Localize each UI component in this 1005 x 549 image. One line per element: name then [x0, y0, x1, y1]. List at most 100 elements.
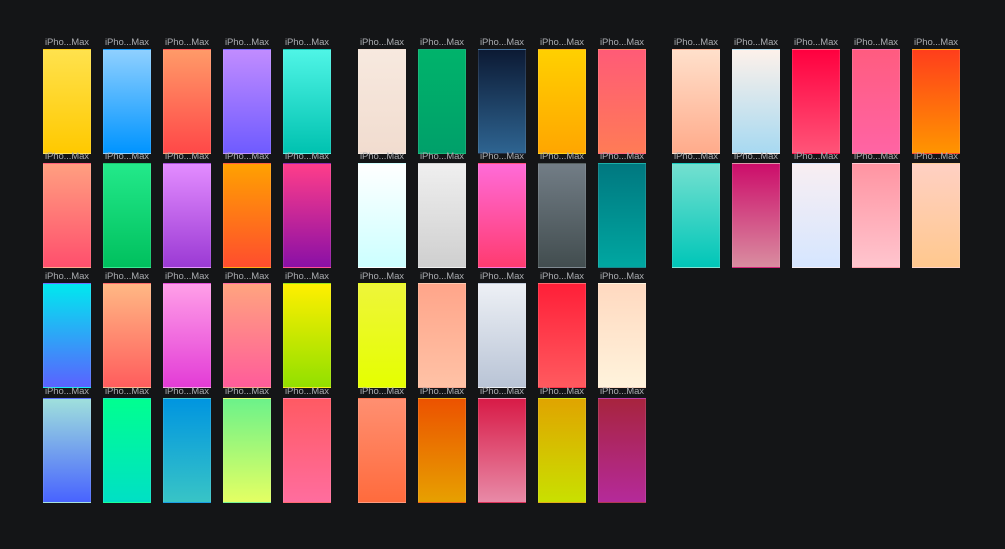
gradient-swatch — [598, 49, 646, 154]
artboard-label[interactable]: iPho...Max — [592, 386, 652, 397]
gradient-swatch — [538, 49, 586, 154]
artboard-label[interactable]: iPho...Max — [846, 37, 906, 48]
artboard-label[interactable]: iPho...Max — [37, 271, 97, 282]
artboard-label[interactable]: iPho...Max — [157, 271, 217, 282]
gradient-swatch — [103, 283, 151, 388]
artboard-label[interactable]: iPho...Max — [352, 37, 412, 48]
artboard-label[interactable]: iPho...Max — [532, 37, 592, 48]
artboard-label[interactable]: iPho...Max — [352, 151, 412, 162]
artboard-label[interactable]: iPho...Max — [592, 271, 652, 282]
gradient-swatch — [43, 163, 91, 268]
artboard-label[interactable]: iPho...Max — [412, 37, 472, 48]
artboard-label[interactable]: iPho...Max — [532, 151, 592, 162]
gradient-swatch — [912, 49, 960, 154]
gradient-swatch — [852, 163, 900, 268]
gradient-swatch — [418, 163, 466, 268]
artboard-label[interactable]: iPho...Max — [277, 151, 337, 162]
gradient-swatch — [418, 283, 466, 388]
gradient-swatch — [732, 49, 780, 154]
artboard-label[interactable]: iPho...Max — [37, 151, 97, 162]
gradient-swatch — [538, 163, 586, 268]
gradient-swatch — [163, 163, 211, 268]
artboard-label[interactable]: iPho...Max — [157, 151, 217, 162]
artboard-label[interactable]: iPho...Max — [532, 271, 592, 282]
gradient-swatch — [418, 398, 466, 503]
artboard-label[interactable]: iPho...Max — [666, 151, 726, 162]
gradient-swatch — [103, 163, 151, 268]
artboard-label[interactable]: iPho...Max — [532, 386, 592, 397]
gradient-swatch — [598, 398, 646, 503]
artboard-label[interactable]: iPho...Max — [726, 151, 786, 162]
artboard-label[interactable]: iPho...Max — [97, 386, 157, 397]
gradient-swatch — [358, 283, 406, 388]
gradient-swatch — [223, 49, 271, 154]
artboard-label[interactable]: iPho...Max — [277, 37, 337, 48]
gradient-swatch — [358, 49, 406, 154]
artboard-label[interactable]: iPho...Max — [217, 37, 277, 48]
artboard-label[interactable]: iPho...Max — [472, 271, 532, 282]
gradient-swatch — [418, 49, 466, 154]
artboard-label[interactable]: iPho...Max — [157, 386, 217, 397]
gradient-swatch — [43, 283, 91, 388]
artboard-label[interactable]: iPho...Max — [592, 37, 652, 48]
gradient-swatch — [478, 163, 526, 268]
gradient-swatch — [163, 49, 211, 154]
gradient-swatch — [478, 49, 526, 154]
artboard-label[interactable]: iPho...Max — [846, 151, 906, 162]
gradient-swatch — [283, 283, 331, 388]
gradient-swatch — [598, 163, 646, 268]
artboard-label[interactable]: iPho...Max — [906, 151, 966, 162]
artboard-label[interactable]: iPho...Max — [472, 151, 532, 162]
artboard-label[interactable]: iPho...Max — [217, 386, 277, 397]
gradient-swatch — [163, 283, 211, 388]
gradient-swatch — [672, 163, 720, 268]
gradient-swatch — [358, 163, 406, 268]
artboard-label[interactable]: iPho...Max — [666, 37, 726, 48]
artboard-label[interactable]: iPho...Max — [592, 151, 652, 162]
artboard-label[interactable]: iPho...Max — [37, 37, 97, 48]
artboard-label[interactable]: iPho...Max — [412, 271, 472, 282]
artboard-label[interactable]: iPho...Max — [97, 151, 157, 162]
artboard-label[interactable]: iPho...Max — [472, 37, 532, 48]
gradient-swatch — [358, 398, 406, 503]
artboard-label[interactable]: iPho...Max — [277, 386, 337, 397]
gradient-swatch — [538, 398, 586, 503]
gradient-swatch — [283, 398, 331, 503]
gradient-swatch — [478, 283, 526, 388]
gradient-swatch — [283, 163, 331, 268]
artboard-label[interactable]: iPho...Max — [97, 271, 157, 282]
artboard-label[interactable]: iPho...Max — [472, 386, 532, 397]
gradient-swatch — [852, 49, 900, 154]
artboard-label[interactable]: iPho...Max — [726, 37, 786, 48]
gradient-swatch — [478, 398, 526, 503]
artboard-label[interactable]: iPho...Max — [37, 386, 97, 397]
artboard-label[interactable]: iPho...Max — [412, 386, 472, 397]
artboard-label[interactable]: iPho...Max — [352, 271, 412, 282]
artboard-label[interactable]: iPho...Max — [352, 386, 412, 397]
artboard-label[interactable]: iPho...Max — [906, 37, 966, 48]
gradient-swatch — [672, 49, 720, 154]
artboard-label[interactable]: iPho...Max — [217, 151, 277, 162]
gradient-swatch — [43, 49, 91, 154]
artboard-label[interactable]: iPho...Max — [217, 271, 277, 282]
gradient-swatch — [43, 398, 91, 503]
gradient-swatch — [792, 49, 840, 154]
gradient-swatch — [792, 163, 840, 268]
gradient-swatch — [732, 163, 780, 268]
artboard-label[interactable]: iPho...Max — [412, 151, 472, 162]
artboard-label[interactable]: iPho...Max — [157, 37, 217, 48]
gradient-swatch — [538, 283, 586, 388]
gradient-swatch — [223, 283, 271, 388]
gradient-swatch — [283, 49, 331, 154]
artboard-label[interactable]: iPho...Max — [786, 151, 846, 162]
gradient-swatch — [223, 398, 271, 503]
artboard-label[interactable]: iPho...Max — [277, 271, 337, 282]
gradient-swatch — [103, 398, 151, 503]
gradient-swatch — [598, 283, 646, 388]
gradient-swatch — [223, 163, 271, 268]
design-canvas[interactable]: iPho...Max iPho...Max iPho...Max iPho...Max… — [0, 0, 1005, 549]
artboard-label[interactable]: iPho...Max — [97, 37, 157, 48]
gradient-swatch — [163, 398, 211, 503]
gradient-swatch — [912, 163, 960, 268]
artboard-label[interactable]: iPho...Max — [786, 37, 846, 48]
